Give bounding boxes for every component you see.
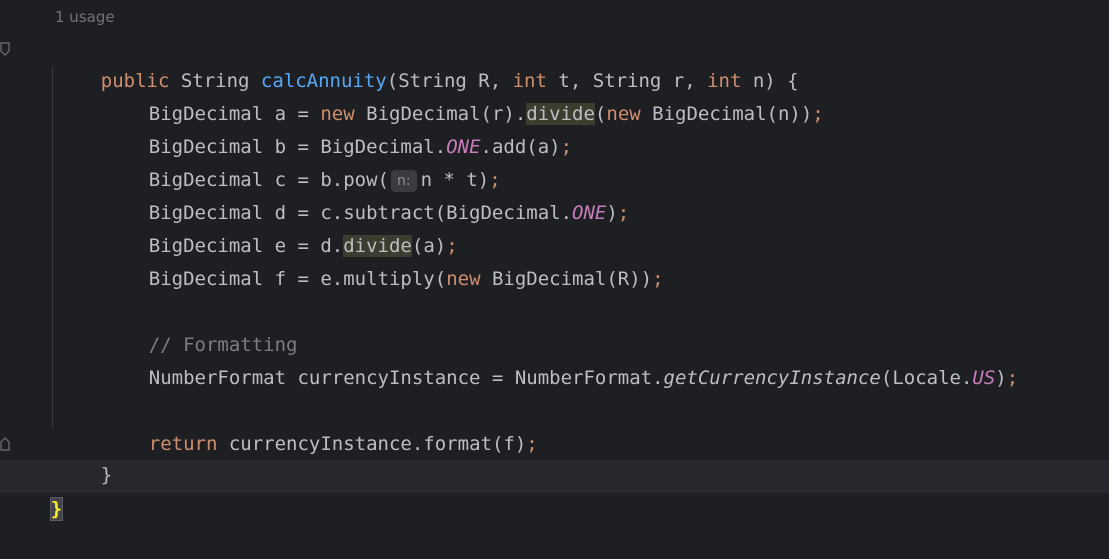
fold-icon-top [0, 42, 10, 56]
closing-brace: } [100, 464, 113, 486]
fold-method-icon[interactable] [0, 42, 10, 56]
current-line-highlight [0, 460, 1109, 493]
code-line-3[interactable]: BigDecimal b = BigDecimal.ONE.add(a); [103, 98, 572, 158]
semicolon: ; [617, 202, 630, 224]
code-line-2[interactable]: BigDecimal a = new BigDecimal(r).divide(… [103, 65, 824, 125]
matched-brace: } [49, 497, 64, 521]
code-line-class-close[interactable]: } [5, 460, 64, 521]
code-text: ) [995, 367, 1007, 389]
fold-icon-bottom [0, 437, 10, 451]
code-line-return[interactable]: return currencyInstance.format(f); [103, 395, 538, 455]
code-line-method-close[interactable]: } [55, 426, 112, 486]
code-line-10[interactable]: NumberFormat currencyInstance = NumberFo… [103, 329, 1018, 389]
keyword: new [446, 268, 481, 290]
code-text: BigDecimal(R)) [480, 268, 653, 290]
semicolon: ; [526, 433, 538, 455]
usage-hint[interactable]: 1 usage [55, 7, 115, 27]
static-field: US [972, 367, 996, 389]
static-field: ONE [572, 202, 607, 224]
code-text: currencyInstance.format(f) [217, 433, 527, 455]
code-line-1[interactable]: public String calcAnnuity(String R, int … [55, 32, 799, 92]
fold-end-icon[interactable] [0, 437, 10, 451]
semicolon: ; [812, 103, 824, 125]
indent-guide [52, 66, 53, 428]
code-text: ( [594, 103, 607, 125]
code-text: BigDecimal(n)) [640, 103, 813, 125]
keyword: return [148, 433, 218, 455]
semicolon: ; [652, 268, 664, 290]
code-text: ) [606, 202, 618, 224]
code-text: NumberFormat currencyInstance = NumberFo… [148, 367, 664, 389]
semicolon: ; [560, 136, 573, 158]
code-line-6[interactable]: BigDecimal e = d.divide(a); [103, 197, 458, 257]
code-line-5[interactable]: BigDecimal d = c.subtract(BigDecimal.ONE… [103, 164, 629, 224]
code-text: (Locale. [880, 367, 973, 389]
code-line-comment[interactable]: // Formatting [103, 296, 298, 356]
keyword: new [606, 103, 641, 125]
code-line-4[interactable]: BigDecimal c = b.pow(n: n * t); [103, 131, 501, 192]
semicolon: ; [1006, 367, 1019, 389]
code-text: BigDecimal f = e.multiply( [148, 268, 447, 290]
static-method-call: getCurrencyInstance [663, 367, 881, 389]
code-editor[interactable]: 1 usage public String calcAnnuity(String… [0, 0, 1109, 521]
code-line-7[interactable]: BigDecimal f = e.multiply(new BigDecimal… [103, 230, 664, 290]
